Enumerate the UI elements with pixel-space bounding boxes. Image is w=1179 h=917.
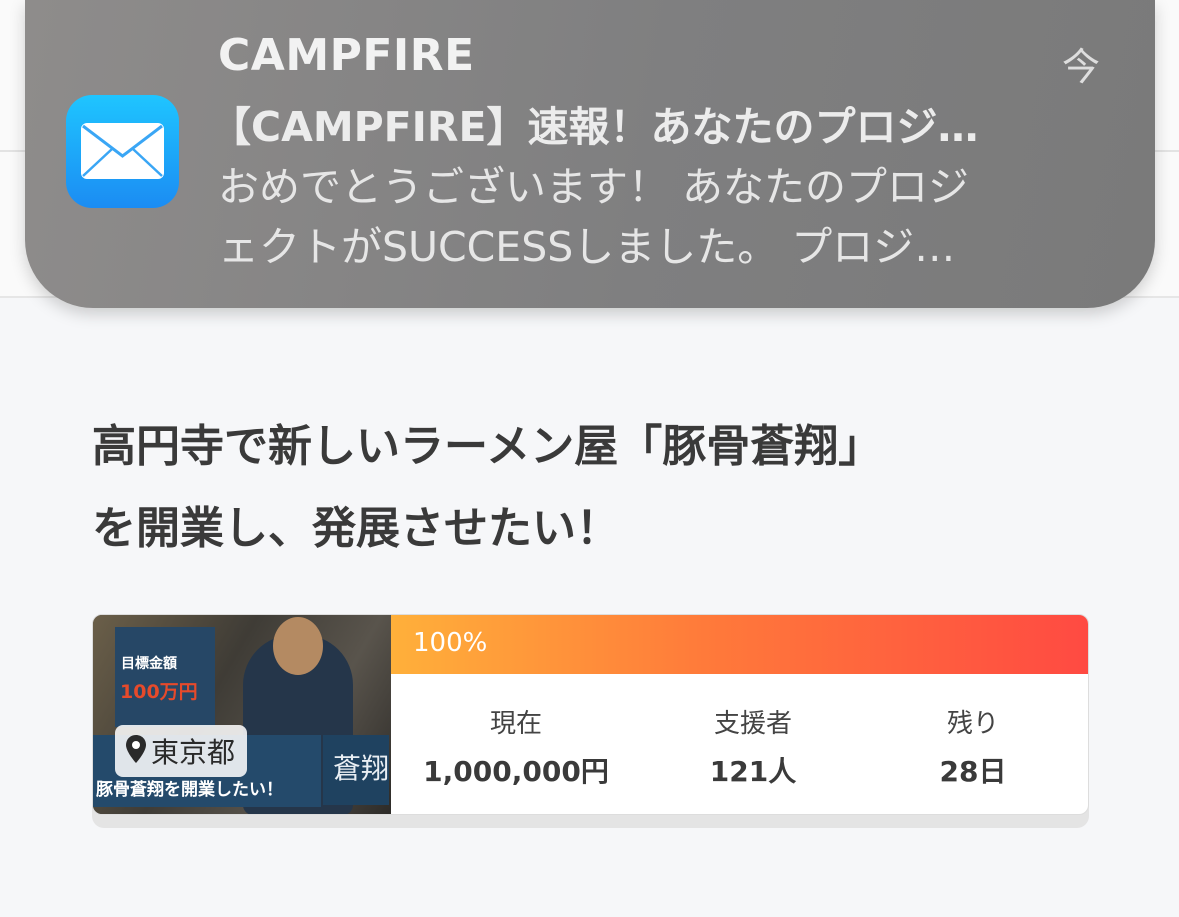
project-card[interactable]: 目標金額 100万円 豚骨蒼翔を開業したい！ 蒼翔 東京都 100% 現在 1,… <box>92 614 1089 815</box>
progress-bar: 100% <box>391 615 1088 674</box>
stat-value: 1,000,000円 <box>423 755 609 788</box>
stat-value: 28日 <box>939 755 1007 788</box>
notification-time: 今 <box>1062 45 1101 89</box>
shop-logo: 蒼翔 <box>333 752 390 785</box>
location-badge: 東京都 <box>115 725 248 777</box>
stat-current-amount: 現在 1,000,000円 <box>406 703 626 790</box>
location-text: 東京都 <box>151 736 236 769</box>
stat-supporters: 支援者 121人 <box>643 703 863 790</box>
notification-body: ェクトがSUCCESSしました。 プロジ… <box>218 223 956 271</box>
location-pin-icon <box>125 734 147 768</box>
stat-remaining: 残り 28日 <box>863 703 1083 790</box>
stat-label: 現在 <box>489 709 542 739</box>
notification-body: おめでとうございます！ あなたのプロジ <box>218 163 970 211</box>
stat-label: 残り <box>946 709 999 739</box>
project-thumbnail[interactable]: 目標金額 100万円 豚骨蒼翔を開業したい！ 蒼翔 東京都 <box>93 615 391 814</box>
project-title: 高円寺で新しいラーメン屋「豚骨蒼翔」 <box>92 421 883 472</box>
notification-app-name: CAMPFIRE <box>218 30 475 81</box>
stat-value: 121人 <box>709 755 797 788</box>
project-title: を開業し、発展させたい！ <box>92 503 620 554</box>
goal-amount: 100万円 <box>120 681 198 703</box>
mail-notification[interactable]: CAMPFIRE 今 【CAMPFIRE】速報！あなたのプロジ… おめでとうござ… <box>25 0 1155 308</box>
thumbnail-person-head <box>273 617 323 675</box>
goal-label: 目標金額 <box>121 656 177 672</box>
notification-subject: 【CAMPFIRE】速報！あなたのプロジ… <box>210 103 979 151</box>
mail-icon <box>66 95 179 208</box>
stat-label: 支援者 <box>713 709 792 739</box>
progress-percent: 100% <box>413 628 488 658</box>
thumbnail-banner-text: 豚骨蒼翔を開業したい！ <box>96 780 283 800</box>
